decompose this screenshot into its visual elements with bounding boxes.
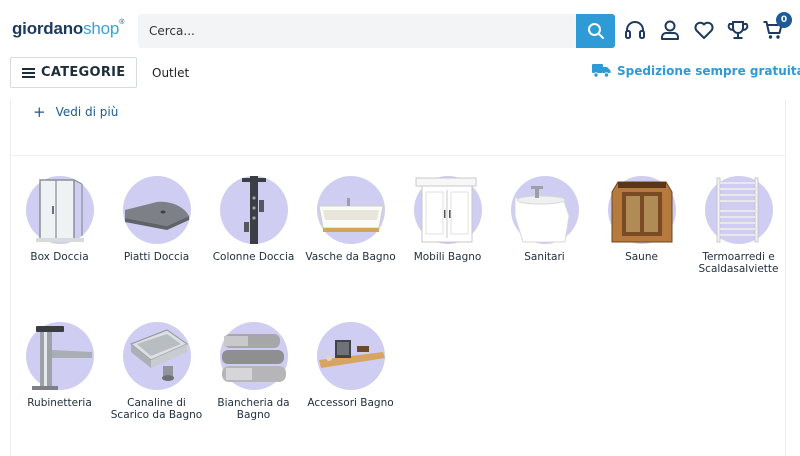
- category-label: Biancheria da Bagno: [217, 397, 290, 421]
- bath-caddy-icon: [318, 340, 385, 368]
- category-sanitari[interactable]: Sanitari: [496, 176, 593, 263]
- categories-label: CATEGORIE: [41, 65, 126, 80]
- category-label: Piatti Doccia: [123, 251, 190, 263]
- headset-icon: [625, 21, 645, 39]
- category-image: [510, 176, 579, 244]
- category-image: [25, 322, 94, 390]
- category-saune[interactable]: Saune: [593, 176, 690, 263]
- site-logo[interactable]: giordanoshop®: [12, 19, 124, 39]
- category-image: [316, 176, 385, 244]
- shower-box-icon: [35, 179, 84, 242]
- see-more-label: Vedi di più: [55, 105, 119, 119]
- category-label: Vasche da Bagno: [305, 251, 396, 263]
- category-image: [219, 176, 288, 244]
- customer-support-button[interactable]: [623, 18, 647, 42]
- category-canaline-di-scarico[interactable]: Canaline di Scarico da Bagno: [108, 322, 205, 421]
- category-piatti-doccia[interactable]: Piatti Doccia: [108, 176, 205, 263]
- trophy-icon: [727, 21, 749, 39]
- category-panel: + Vedi di più Box Doccia Piatti Doccia C…: [10, 100, 786, 456]
- towels-icon: [221, 334, 286, 382]
- category-image: [122, 176, 191, 244]
- category-label: Sanitari: [524, 251, 565, 263]
- category-rubinetteria[interactable]: Rubinetteria: [11, 322, 108, 409]
- category-label: Termoarredi e Scaldasalviette: [698, 251, 779, 275]
- category-colonne-doccia[interactable]: Colonne Doccia: [205, 176, 302, 263]
- category-image: [704, 176, 773, 244]
- see-more-link[interactable]: + Vedi di più: [33, 103, 118, 121]
- sauna-icon: [611, 181, 672, 243]
- category-vasche-da-bagno[interactable]: Vasche da Bagno: [302, 176, 399, 263]
- site-header: giordanoshop® 0 CATEGORIE Outlet Spedizi…: [0, 0, 800, 100]
- category-image: [607, 176, 676, 244]
- bathtub-icon: [317, 198, 384, 232]
- logo-registered-mark: ®: [119, 19, 125, 26]
- logo-text-secondary: shop: [83, 19, 120, 38]
- heart-icon: [694, 21, 714, 39]
- shower-tray-icon: [124, 201, 189, 230]
- faucet-icon: [31, 326, 92, 390]
- floor-drain-icon: [129, 329, 188, 381]
- category-label: Mobili Bagno: [413, 251, 482, 263]
- shipping-text: Spedizione sempre gratuita!: [617, 63, 800, 78]
- category-box-doccia[interactable]: Box Doccia: [11, 176, 108, 263]
- truck-icon: [592, 64, 611, 78]
- wishlist-button[interactable]: [692, 18, 716, 42]
- category-label: Saune: [625, 251, 658, 263]
- search-input[interactable]: [138, 14, 576, 48]
- plus-icon: +: [33, 103, 46, 121]
- rewards-button[interactable]: [726, 18, 750, 42]
- account-button[interactable]: [658, 18, 682, 42]
- logo-text-primary: giordano: [12, 19, 84, 38]
- hamburger-icon: [22, 67, 35, 78]
- category-image: [413, 176, 482, 244]
- categories-menu-button[interactable]: CATEGORIE: [10, 57, 137, 88]
- category-label: Canaline di Scarico da Bagno: [110, 397, 203, 421]
- shower-column-icon: [241, 176, 266, 244]
- category-image: [25, 176, 94, 244]
- bathroom-cabinet-icon: [415, 177, 476, 243]
- category-label: Colonne Doccia: [212, 251, 295, 263]
- shipping-banner: Spedizione sempre gratuita!: [592, 63, 800, 78]
- cart-button[interactable]: 0: [761, 12, 792, 42]
- magnifier-icon: [587, 23, 604, 39]
- cart-count-badge: 0: [776, 12, 792, 28]
- category-image: [316, 322, 385, 390]
- category-biancheria-da-bagno[interactable]: Biancheria da Bagno: [205, 322, 302, 421]
- category-image: [219, 322, 288, 390]
- outlet-link[interactable]: Outlet: [152, 66, 189, 80]
- category-termoarredi[interactable]: Termoarredi e Scaldasalviette: [690, 176, 787, 275]
- section-divider: [11, 155, 785, 156]
- bidet-icon: [514, 186, 570, 243]
- category-label: Rubinetteria: [27, 397, 92, 409]
- user-icon: [661, 20, 679, 40]
- towel-radiator-icon: [716, 177, 758, 243]
- category-label: Accessori Bagno: [307, 397, 394, 409]
- category-label: Box Doccia: [30, 251, 89, 263]
- category-mobili-bagno[interactable]: Mobili Bagno: [399, 176, 496, 263]
- search-button[interactable]: [576, 14, 615, 48]
- category-image: [122, 322, 191, 390]
- category-accessori-bagno[interactable]: Accessori Bagno: [302, 322, 399, 409]
- search-bar: [138, 14, 615, 48]
